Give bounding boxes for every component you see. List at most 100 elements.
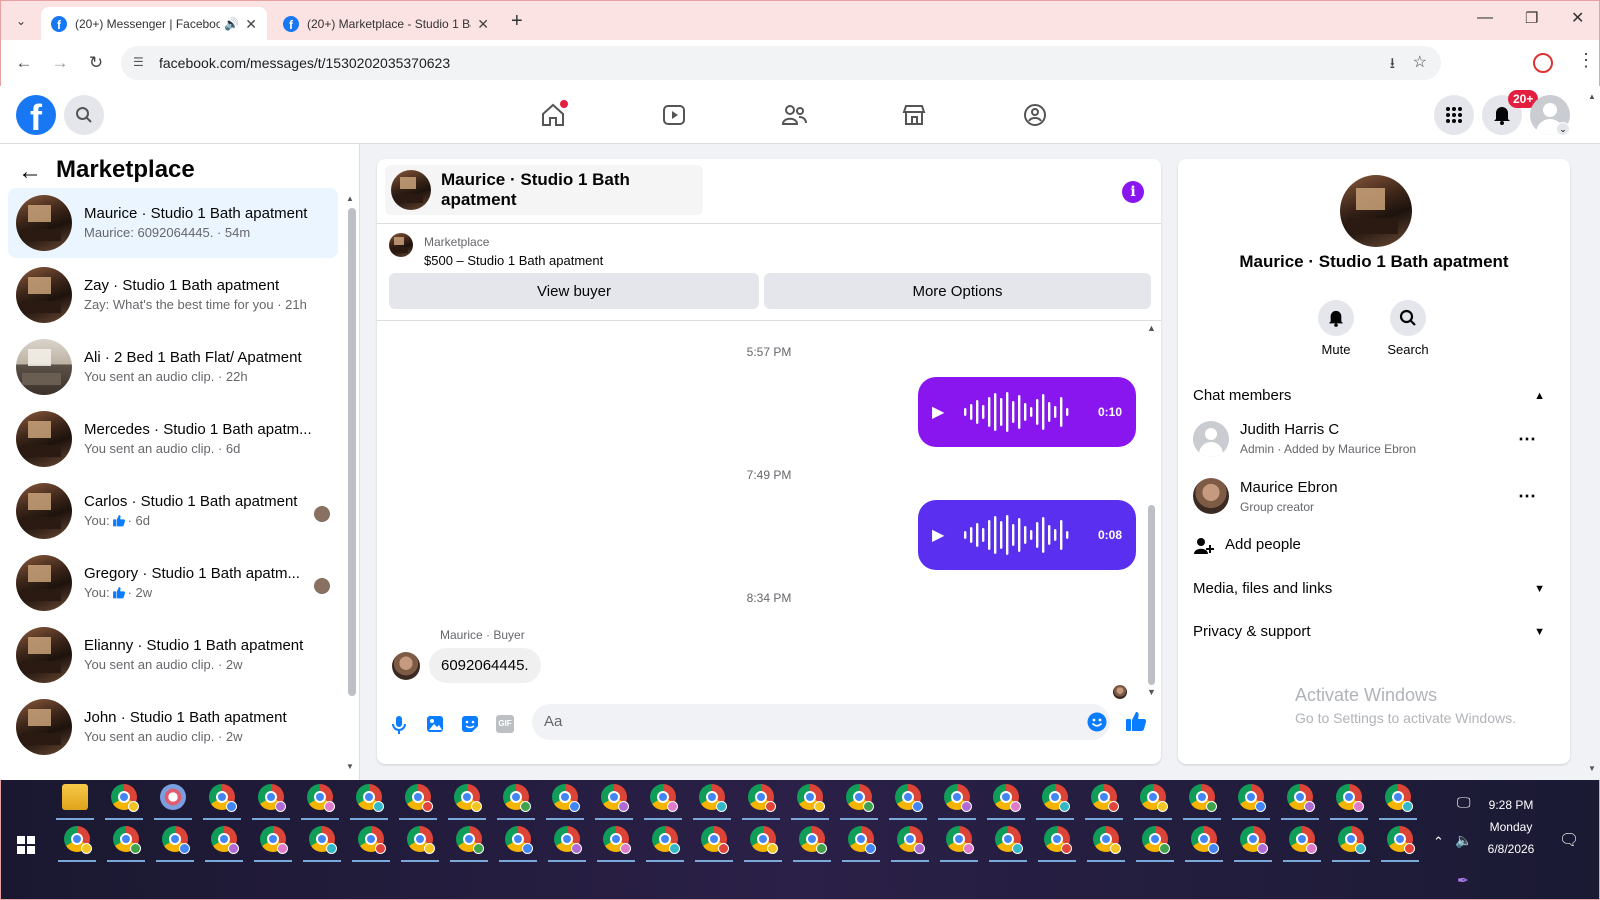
chrome-icon[interactable]	[1385, 784, 1413, 812]
chrome-icon[interactable]	[1044, 826, 1072, 854]
pen-icon[interactable]: ✒	[1457, 872, 1469, 889]
chrome-icon[interactable]	[1240, 826, 1268, 854]
reload-icon[interactable]: ↻	[85, 52, 107, 74]
chrome-icon[interactable]	[1289, 826, 1317, 854]
scroll-down-icon[interactable]: ▼	[346, 762, 354, 772]
chrome-icon[interactable]	[405, 784, 433, 812]
volume-icon[interactable]: 🔈	[1455, 832, 1472, 849]
chrome-icon[interactable]	[113, 826, 141, 854]
chrome-icon[interactable]	[1191, 826, 1219, 854]
chrome-icon[interactable]	[258, 784, 286, 812]
scroll-up-icon[interactable]: ▲	[1147, 323, 1156, 333]
chrome-icon[interactable]	[209, 784, 237, 812]
gaming-icon[interactable]	[1020, 100, 1050, 130]
info-icon[interactable]: i	[1122, 181, 1144, 203]
menu-kebab-icon[interactable]: ⋮	[1577, 50, 1595, 71]
voice-message[interactable]: ▶ 0:10	[918, 377, 1136, 447]
chrome-icon[interactable]	[554, 826, 582, 854]
profile-icon[interactable]	[1533, 53, 1553, 73]
chrome-icon[interactable]	[552, 784, 580, 812]
chrome-icon[interactable]	[750, 826, 778, 854]
chevron-down-icon[interactable]: ⌄	[1556, 122, 1570, 136]
chevron-down-icon[interactable]: ▼	[1534, 626, 1553, 638]
message-input[interactable]: Aa	[532, 704, 1110, 740]
conversation-item[interactable]: Carlos · Studio 1 Bath apatment You: · 6d	[8, 476, 338, 546]
mute-bell-icon[interactable]	[1318, 300, 1354, 336]
play-icon[interactable]: ▶	[932, 525, 944, 545]
chrome-icon[interactable]	[601, 784, 629, 812]
search-icon[interactable]	[1390, 300, 1426, 336]
voice-message[interactable]: ▶ 0:08	[918, 500, 1136, 570]
chrome-icon[interactable]	[356, 784, 384, 812]
video-icon[interactable]	[659, 100, 689, 130]
chrome-icon[interactable]	[1287, 784, 1315, 812]
chrome-icon[interactable]	[848, 826, 876, 854]
chrome-icon[interactable]	[995, 826, 1023, 854]
back-arrow-icon[interactable]: ←	[18, 158, 42, 186]
chrome-icon[interactable]	[897, 826, 925, 854]
more-options-icon[interactable]: ⋯	[1518, 486, 1537, 507]
page-scroll-up-icon[interactable]: ▲	[1588, 92, 1596, 101]
chrome-icon[interactable]	[1238, 784, 1266, 812]
scrollbar-thumb[interactable]	[348, 208, 356, 696]
gif-icon[interactable]: GIF	[496, 715, 514, 733]
chrome-icon[interactable]	[946, 826, 974, 854]
conversation-item[interactable]: Maurice · Studio 1 Bath apatment Maurice:…	[8, 188, 338, 258]
chrome-icon[interactable]	[211, 826, 239, 854]
chrome-icon[interactable]	[1042, 784, 1070, 812]
close-window-button[interactable]: ✕	[1571, 8, 1584, 28]
close-tab-icon[interactable]: ✕	[245, 16, 257, 33]
chat-header[interactable]: Maurice · Studio 1 Bath apatment	[385, 165, 703, 215]
chrome-icon[interactable]	[799, 826, 827, 854]
chrome-icon[interactable]	[652, 826, 680, 854]
back-arrow-icon[interactable]: ←	[13, 52, 35, 74]
add-person-icon[interactable]	[1194, 537, 1214, 555]
search-icon[interactable]	[64, 95, 104, 135]
chrome-icon[interactable]	[944, 784, 972, 812]
file-explorer-icon[interactable]	[62, 784, 88, 810]
chrome-icon[interactable]	[454, 784, 482, 812]
chrome-icon[interactable]	[505, 826, 533, 854]
action-center-icon[interactable]: 🗨	[1559, 830, 1579, 850]
more-options-button[interactable]: More Options	[764, 273, 1151, 309]
chrome-icon[interactable]	[797, 784, 825, 812]
chrome-icon[interactable]	[358, 826, 386, 854]
photo-icon[interactable]	[426, 715, 444, 733]
chrome-icon[interactable]	[64, 826, 92, 854]
chrome-icon[interactable]	[309, 826, 337, 854]
conversation-item[interactable]: John · Studio 1 Bath apatment You sent an…	[8, 692, 338, 762]
view-buyer-button[interactable]: View buyer	[389, 273, 759, 309]
privacy-support-section[interactable]: Privacy & support ▼	[1193, 623, 1553, 640]
more-options-icon[interactable]: ⋯	[1518, 429, 1537, 450]
chrome-icon[interactable]	[260, 826, 288, 854]
chrome-icon[interactable]	[701, 826, 729, 854]
new-tab-button[interactable]: +	[511, 10, 523, 33]
chrome-icon[interactable]	[748, 784, 776, 812]
close-tab-icon[interactable]: ✕	[477, 16, 489, 33]
chrome-icon[interactable]	[699, 784, 727, 812]
home-icon[interactable]	[538, 100, 568, 130]
chrome-icon[interactable]	[307, 784, 335, 812]
conversation-item[interactable]: Mercedes · Studio 1 Bath apatm... You sen…	[8, 404, 338, 474]
member-name[interactable]: Maurice Ebron	[1240, 479, 1338, 496]
thumbs-up-icon[interactable]	[1125, 710, 1147, 732]
chrome-icon[interactable]	[1189, 784, 1217, 812]
conversation-item[interactable]: Elianny · Studio 1 Bath apatment You sent…	[8, 620, 338, 690]
scroll-down-icon[interactable]: ▼	[1147, 687, 1156, 697]
chrome-icon[interactable]	[603, 826, 631, 854]
page-scroll-down-icon[interactable]: ▼	[1588, 764, 1596, 773]
chrome-icon[interactable]	[456, 826, 484, 854]
chat-members-section[interactable]: Chat members ▲	[1193, 387, 1553, 404]
install-app-icon[interactable]: ⭳	[1390, 53, 1395, 78]
facebook-logo[interactable]: f	[16, 95, 56, 135]
chrome-icon[interactable]	[407, 826, 435, 854]
chrome-icon[interactable]	[846, 784, 874, 812]
conversation-item[interactable]: Zay · Studio 1 Bath apatment Zay: What's …	[8, 260, 338, 330]
chrome-icon[interactable]	[1387, 826, 1415, 854]
windows-start-icon[interactable]	[17, 836, 35, 854]
chrome-icon[interactable]	[1336, 784, 1364, 812]
chrome-icon[interactable]	[111, 784, 139, 812]
conversation-item[interactable]: Gregory · Studio 1 Bath apatm... You: · 2w	[8, 548, 338, 618]
sticker-icon[interactable]	[461, 715, 479, 733]
chrome-icon[interactable]	[895, 784, 923, 812]
